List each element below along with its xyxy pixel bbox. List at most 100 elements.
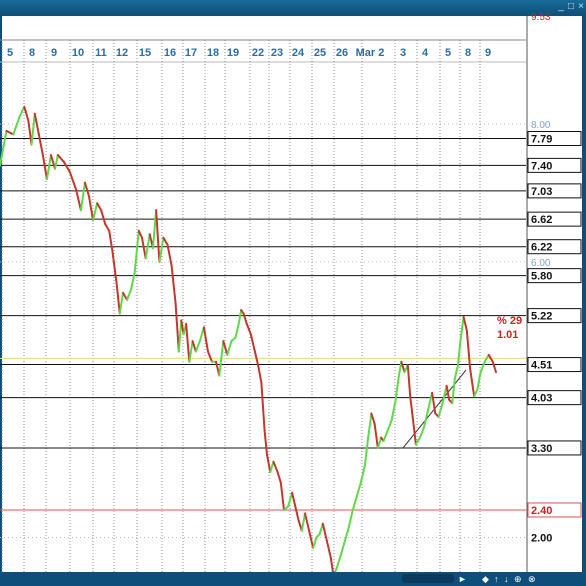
light-level-label: 6.00 [531,258,551,269]
price-segment [479,360,486,374]
x-tick-label: 17 [185,47,197,59]
price-level-label: 7.40 [531,160,552,172]
price-segment [79,181,86,212]
x-tick-label: 24 [292,47,305,59]
price-segment [363,436,370,467]
price-level-label: 6.62 [531,214,552,226]
arrow-up-icon[interactable]: ↑ [494,573,499,585]
zoom-icon[interactable]: ⊗ [528,573,536,585]
x-tick-label: 19 [227,47,239,59]
top-price-label: 9.53 [531,12,551,23]
price-segment [367,412,373,439]
price-segment [194,340,201,353]
price-segment [37,133,44,157]
price-segment [459,316,465,343]
x-tick-label: 8 [29,47,35,59]
value-annotation: 1.01 [497,329,518,341]
price-segment [155,209,161,263]
price-segment [276,471,282,484]
x-tick-label: 23 [271,47,283,59]
price-segment [88,195,95,222]
x-tick-label: 9 [51,47,57,59]
price-segment [272,460,279,474]
price-segment [158,236,165,263]
price-segment [83,181,91,198]
price-segment [126,288,133,301]
price-segment [174,302,180,353]
price-segment [400,360,406,374]
price-segment [325,539,332,560]
price-segment [237,309,243,325]
price-segment [287,491,294,508]
price-segment [202,326,209,353]
price-segment [100,209,107,225]
price-segment [242,312,248,325]
price-level-label: 4.51 [531,360,552,372]
price-level-label: 2.40 [531,505,552,517]
price-segment [30,112,36,146]
price-segment [162,236,169,246]
price-segment [465,329,472,370]
price-chart: 5 8 9 10 11 12 15 16 17 18 19 22 23 24 25 26 Mar 2 3 4 5 8 9 8… [0,12,582,577]
price-segment [370,412,376,425]
price-level-label: 4.03 [531,393,552,405]
price-segment [418,426,425,439]
price-segment [191,340,197,353]
price-segment [23,105,30,122]
price-segment [373,422,379,449]
price-segment [170,264,177,305]
price-segment [491,360,497,374]
price-segment [437,402,444,418]
price-segment [476,371,482,391]
price-segment [312,536,318,549]
price-segment [206,350,213,363]
price-segment [376,436,383,449]
x-tick-label: 8 [465,47,471,59]
price-level-label: 6.22 [531,242,552,254]
x-tick-label: 9 [485,47,491,59]
price-segment [300,512,307,532]
price-segment [304,512,311,532]
price-segment [321,522,328,542]
price-segment [414,436,421,446]
price-segment [406,364,412,398]
price-segment [257,364,263,384]
price-segment [115,281,121,315]
light-level-label: 8.00 [531,120,551,131]
price-segment [96,202,103,212]
arrow-down-icon[interactable]: ↓ [504,573,509,585]
price-segment [45,154,52,181]
price-segment [104,222,111,232]
x-tick-label: 25 [314,47,326,59]
x-tick-label: 10 [72,47,84,59]
price-segment [68,171,78,191]
price-segment [453,364,459,381]
price-segment [118,291,124,315]
price-segment [411,415,417,446]
x-tick-label: 5 [445,47,451,59]
price-level-label: 5.80 [531,271,552,283]
price-segment [260,381,266,432]
price-segment [33,112,40,136]
price-segment [130,271,136,291]
price-segment [422,409,430,429]
price-segment [141,236,147,260]
price-segment [351,495,358,511]
x-tick-label: 16 [164,47,176,59]
jump-first-icon[interactable]: ◆ [482,573,489,585]
price-segment [469,367,476,398]
horizontal-scroll-thumb[interactable] [402,574,454,583]
price-segment [5,129,15,136]
price-segment [279,481,286,511]
link-icon[interactable]: ⊕ [514,573,522,585]
x-tick-label: 26 [336,47,348,59]
price-segment [12,116,21,136]
price-segment [54,154,59,170]
price-segment [56,154,65,163]
price-segment [338,543,345,560]
price-segment [291,491,297,508]
price-segment [382,429,389,443]
scroll-right-icon[interactable]: ► [458,573,467,585]
price-segment [41,154,48,181]
price-segment [462,316,468,332]
